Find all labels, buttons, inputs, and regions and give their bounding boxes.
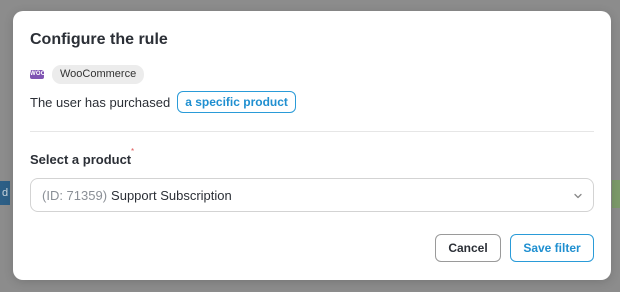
- rule-text: The user has purchased: [30, 94, 171, 110]
- rule-row: The user has purchased a specific produc…: [30, 91, 296, 113]
- integration-row: WOO WooCommerce: [30, 65, 145, 84]
- required-indicator: *: [131, 147, 135, 156]
- chevron-down-icon: [574, 193, 582, 199]
- configure-rule-modal: Configure the rule WOO WooCommerce The u…: [13, 11, 611, 280]
- product-select-value: Support Subscription: [111, 187, 232, 203]
- rule-condition-pill[interactable]: a specific product: [177, 91, 296, 113]
- background-chip: d: [0, 181, 10, 205]
- cancel-button[interactable]: Cancel: [435, 234, 501, 262]
- background-edge: [612, 180, 620, 208]
- product-select[interactable]: (ID: 71359) Support Subscription: [30, 178, 594, 212]
- save-filter-button[interactable]: Save filter: [510, 234, 594, 262]
- woocommerce-icon: WOO: [30, 70, 46, 79]
- modal-title: Configure the rule: [30, 31, 168, 48]
- select-product-label: Select a product: [30, 152, 132, 167]
- product-id-prefix: (ID: 71359): [42, 187, 108, 203]
- divider: [30, 131, 594, 132]
- integration-badge: WooCommerce: [52, 65, 145, 84]
